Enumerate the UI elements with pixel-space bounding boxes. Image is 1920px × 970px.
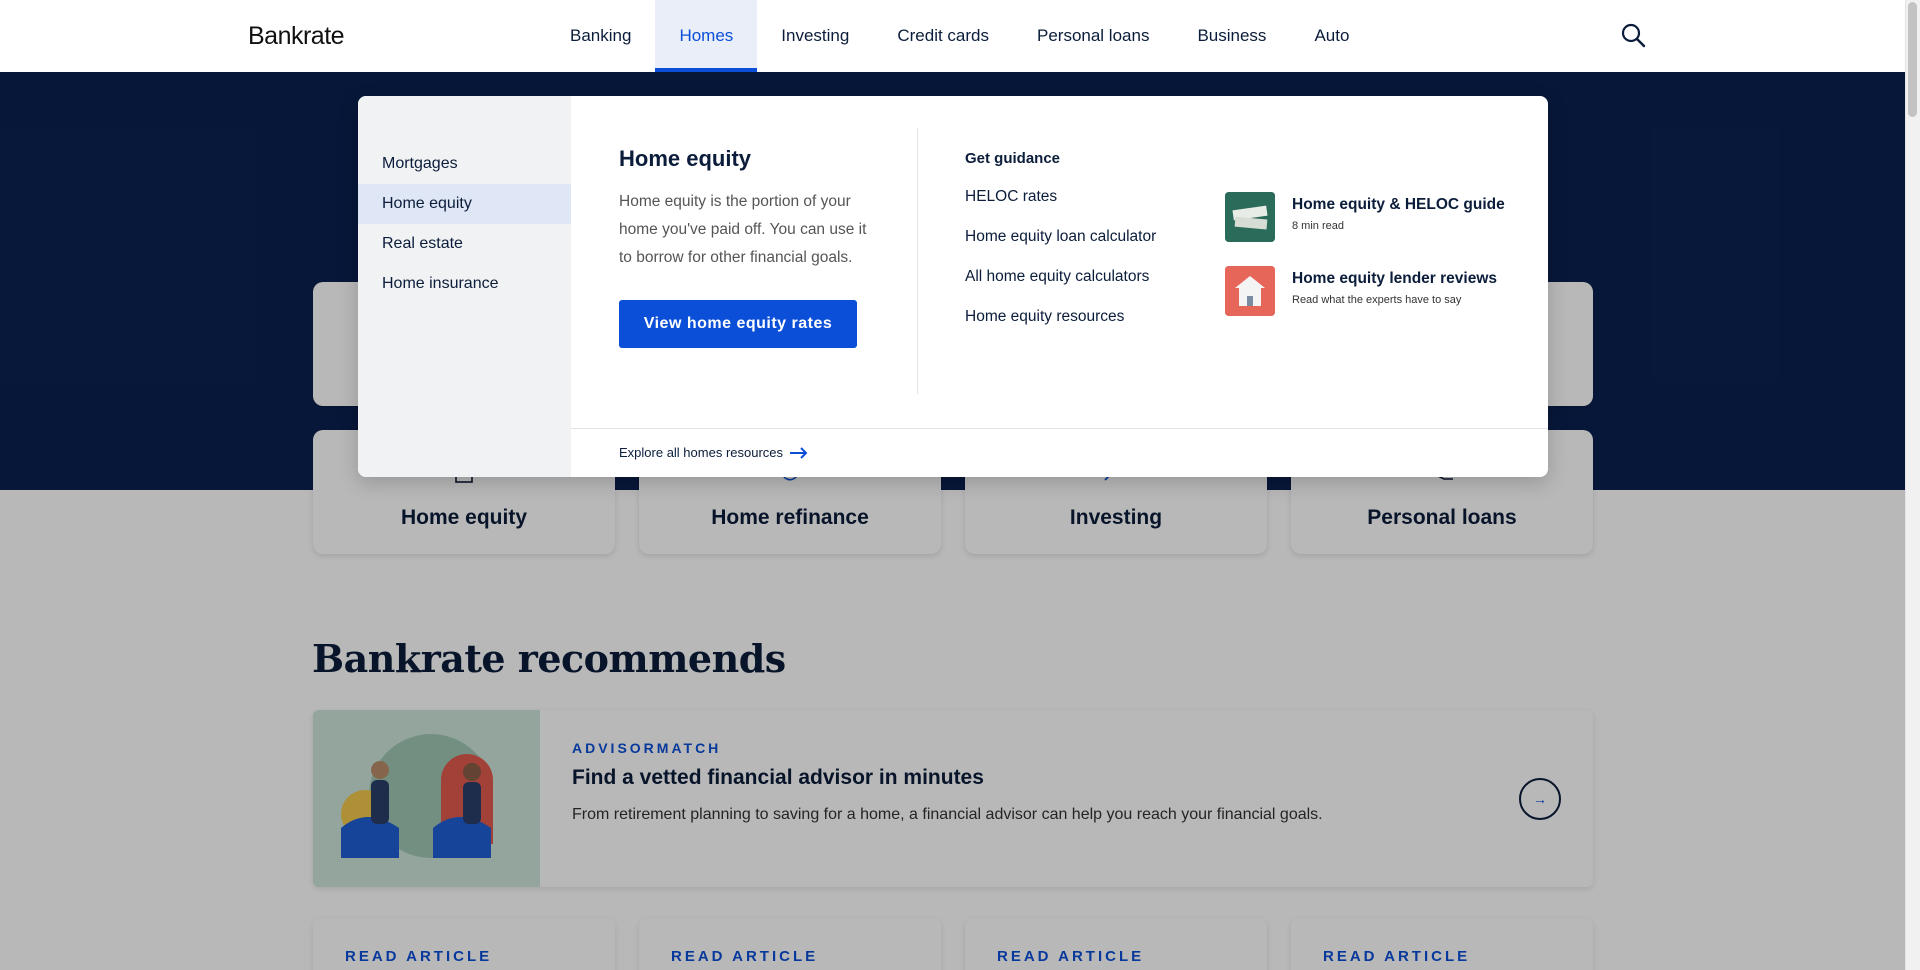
- top-navigation: Bankrate Banking Homes Investing Credit …: [0, 0, 1905, 72]
- nav-investing[interactable]: Investing: [757, 0, 873, 72]
- bankrate-logo[interactable]: Bankrate: [248, 22, 345, 51]
- sidebar-item-home-equity[interactable]: Home equity: [358, 184, 571, 224]
- nav-personal-loans[interactable]: Personal loans: [1013, 0, 1173, 72]
- sidebar-item-home-insurance[interactable]: Home insurance: [358, 264, 571, 304]
- nav-business[interactable]: Business: [1173, 0, 1290, 72]
- house-image-icon: [1225, 266, 1275, 316]
- featured-guide-subtitle: 8 min read: [1292, 220, 1344, 232]
- explore-all-label: Explore all homes resources: [619, 445, 784, 460]
- menu-divider-vertical: [917, 128, 918, 394]
- guidance-title: Get guidance: [965, 150, 1061, 167]
- nav-homes[interactable]: Homes: [655, 0, 758, 72]
- nav-credit-cards[interactable]: Credit cards: [873, 0, 1013, 72]
- money-image-icon: [1225, 192, 1275, 242]
- featured-guide[interactable]: Home equity & HELOC guide 8 min read: [1225, 192, 1505, 242]
- explore-all-link[interactable]: Explore all homes resources: [619, 445, 809, 460]
- arrow-right-icon: [790, 446, 808, 459]
- page-scrollbar[interactable]: [1905, 0, 1920, 970]
- menu-sidebar: Mortgages Home equity Real estate Home i…: [358, 96, 571, 477]
- featured-reviews[interactable]: Home equity lender reviews Read what the…: [1225, 266, 1497, 316]
- main-nav: Banking Homes Investing Credit cards Per…: [546, 0, 1373, 72]
- sidebar-item-mortgages[interactable]: Mortgages: [358, 144, 571, 184]
- menu-section-title: Home equity: [619, 146, 752, 171]
- link-all-home-equity-calculators[interactable]: All home equity calculators: [965, 268, 1156, 308]
- featured-reviews-subtitle: Read what the experts have to say: [1292, 294, 1462, 306]
- link-heloc-rates[interactable]: HELOC rates: [965, 188, 1156, 228]
- link-home-equity-resources[interactable]: Home equity resources: [965, 308, 1156, 348]
- nav-banking[interactable]: Banking: [546, 0, 655, 72]
- homes-mega-menu: Mortgages Home equity Real estate Home i…: [358, 96, 1548, 477]
- menu-content: Home equity Home equity is the portion o…: [571, 96, 1548, 477]
- scrollbar-thumb[interactable]: [1908, 2, 1917, 117]
- featured-reviews-title: Home equity lender reviews: [1292, 270, 1498, 287]
- featured-guide-title: Home equity & HELOC guide: [1292, 196, 1505, 213]
- view-rates-button[interactable]: View home equity rates: [619, 300, 857, 348]
- link-home-equity-loan-calculator[interactable]: Home equity loan calculator: [965, 228, 1156, 268]
- menu-divider-horizontal: [571, 428, 1548, 429]
- search-icon[interactable]: [1620, 22, 1648, 50]
- nav-auto[interactable]: Auto: [1290, 0, 1373, 72]
- menu-section-description: Home equity is the portion of your home …: [619, 193, 867, 266]
- guidance-links: HELOC rates Home equity loan calculator …: [965, 188, 1156, 348]
- sidebar-item-real-estate[interactable]: Real estate: [358, 224, 571, 264]
